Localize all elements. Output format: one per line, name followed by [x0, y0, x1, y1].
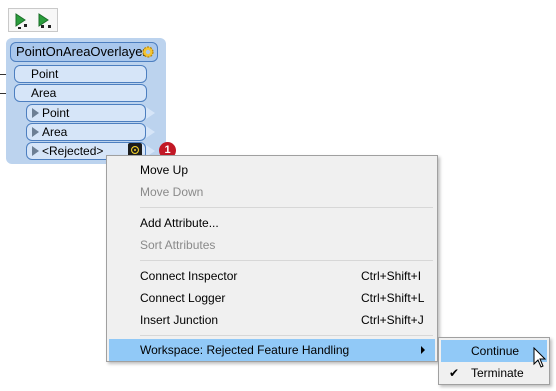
- input-port-icon: [17, 88, 25, 98]
- menu-item-sort-attributes[interactable]: Sort Attributes: [109, 234, 435, 256]
- menu-item-insert-junction[interactable]: Insert Junction Ctrl+Shift+J: [109, 309, 435, 331]
- menu-item-label: Move Up: [140, 163, 189, 177]
- menu-item-shortcut: Ctrl+Shift+L: [361, 291, 425, 305]
- output-arrow-icon: [145, 106, 155, 120]
- transformer-title[interactable]: PointOnAreaOverlayer: [10, 42, 158, 62]
- menu-separator: [140, 207, 433, 208]
- menu-item-move-down[interactable]: Move Down: [109, 181, 435, 203]
- gear-icon[interactable]: [141, 45, 155, 59]
- expand-arrow-icon[interactable]: [32, 146, 39, 156]
- menu-item-connect-inspector[interactable]: Connect Inspector Ctrl+Shift+I: [109, 265, 435, 287]
- menu-separator: [140, 260, 433, 261]
- checkmark-icon: ✔: [449, 366, 460, 380]
- menu-item-add-attribute[interactable]: Add Attribute...: [109, 212, 435, 234]
- menu-item-label: Insert Junction: [140, 313, 219, 327]
- menu-separator: [140, 335, 433, 336]
- input-port-label: Area: [31, 86, 57, 100]
- transformer-name: PointOnAreaOverlayer: [16, 44, 147, 59]
- menu-item-label: Workspace: Rejected Feature Handling: [140, 343, 350, 357]
- menu-item-label: Sort Attributes: [140, 238, 216, 252]
- output-arrow-icon: [145, 125, 155, 139]
- output-port-point[interactable]: Point: [26, 104, 146, 122]
- run-to-end-icon[interactable]: [36, 12, 54, 30]
- expand-arrow-icon[interactable]: [32, 127, 39, 137]
- submenu-arrow-icon: [421, 346, 425, 354]
- menu-item-label: Connect Logger: [140, 291, 226, 305]
- submenu-item-label: Continue: [471, 344, 520, 358]
- output-port-label: Area: [42, 125, 68, 139]
- expand-arrow-icon[interactable]: [32, 108, 39, 118]
- output-port-label: <Rejected>: [42, 144, 104, 158]
- input-port-label: Point: [31, 67, 59, 81]
- input-port-area[interactable]: Area: [14, 84, 147, 102]
- menu-item-connect-logger[interactable]: Connect Logger Ctrl+Shift+L: [109, 287, 435, 309]
- input-port-point[interactable]: Point: [14, 65, 147, 83]
- input-port-icon: [17, 69, 25, 79]
- output-port-label: Point: [42, 106, 70, 120]
- submenu-item-label: Terminate: [471, 366, 524, 380]
- run-to-next-icon[interactable]: [13, 12, 31, 30]
- menu-item-label: Add Attribute...: [140, 216, 219, 230]
- menu-item-shortcut: Ctrl+Shift+I: [361, 269, 422, 283]
- mouse-cursor-icon: [533, 346, 547, 369]
- menu-item-label: Move Down: [140, 185, 204, 199]
- menu-item-shortcut: Ctrl+Shift+J: [361, 313, 424, 327]
- menu-item-label: Connect Inspector: [140, 269, 238, 283]
- submenu-item-terminate[interactable]: ✔ Terminate: [441, 362, 547, 384]
- menu-item-rejected-feature-handling[interactable]: Workspace: Rejected Feature Handling: [109, 339, 435, 361]
- context-menu: Move Up Move Down Add Attribute... Sort …: [106, 155, 438, 362]
- toolbar: [8, 8, 58, 32]
- menu-item-move-up[interactable]: Move Up: [109, 159, 435, 181]
- output-port-area[interactable]: Area: [26, 123, 146, 141]
- submenu-item-continue[interactable]: Continue: [441, 340, 547, 362]
